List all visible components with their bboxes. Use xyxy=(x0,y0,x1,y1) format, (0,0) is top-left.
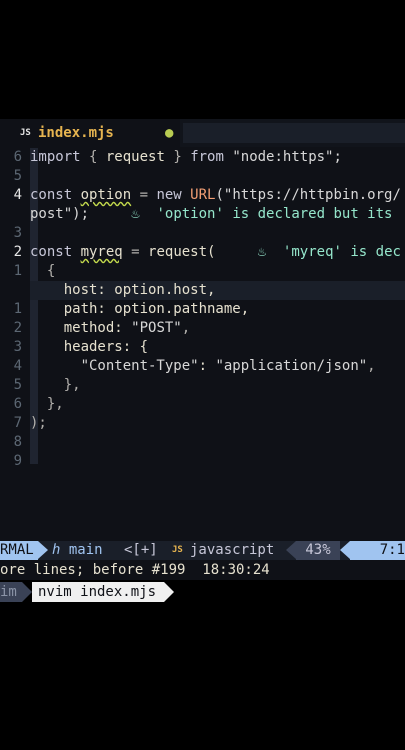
tmux-status-bar: im nvim index.mjs xyxy=(0,582,405,602)
javascript-icon: JS xyxy=(172,545,183,555)
code-line[interactable]: 6 import { request } from "node:https"; xyxy=(0,148,405,167)
code-text: const option = new URL("https://httpbin.… xyxy=(30,187,401,203)
separator-icon xyxy=(164,582,174,602)
line-number: 6 xyxy=(13,396,22,412)
code-line[interactable]: 2 const myreq = request( ♨ 'myreq' is dec xyxy=(0,243,405,262)
code-line[interactable]: post"); ♨ 'option' is declared but its xyxy=(0,205,405,224)
tabline-fill xyxy=(183,123,405,143)
cursor-position: 7:1 xyxy=(350,541,405,560)
code-line[interactable]: 1 { xyxy=(0,262,405,281)
code-line[interactable]: 1 path: option.pathname, xyxy=(0,300,405,319)
code-line[interactable]: 3 xyxy=(0,224,405,243)
code-text: const myreq = request( ♨ 'myreq' is dec xyxy=(30,244,401,260)
code-line[interactable]: 6 }, xyxy=(0,395,405,414)
code-text: method: "POST", xyxy=(63,320,191,336)
code-text: }, xyxy=(30,396,64,412)
code-line[interactable]: 3 headers: { xyxy=(0,338,405,357)
line-number: 4 xyxy=(13,358,22,374)
line-number: 3 xyxy=(13,339,22,355)
code-text: { xyxy=(30,263,56,279)
code-text: post"); ♨ 'option' is declared but its xyxy=(30,206,393,222)
line-number: 4 xyxy=(13,187,22,203)
javascript-file-icon: JS xyxy=(20,128,31,138)
filetype: javascript xyxy=(190,542,275,558)
code-text: host: option.host, xyxy=(63,282,216,298)
scroll-percent: 43% xyxy=(296,541,340,560)
line-number: 8 xyxy=(13,434,22,450)
separator-icon xyxy=(286,541,296,559)
line-number: 9 xyxy=(13,453,22,469)
separator-icon xyxy=(340,541,350,559)
statusline: RMAL ℎ main <[+] JS javascript 43% 7:1 xyxy=(0,541,405,560)
separator-icon xyxy=(38,541,48,559)
line-number: 7 xyxy=(13,415,22,431)
editor-window: JS index.mjs ● 6 import { request } from … xyxy=(0,119,405,541)
code-text: import { request } from "node:https"; xyxy=(30,149,342,165)
code-text: headers: { xyxy=(63,339,149,355)
line-number: 5 xyxy=(13,377,22,393)
code-line[interactable]: 5 }, xyxy=(0,376,405,395)
line-number: 2 xyxy=(13,244,22,260)
tmux-window-index: im xyxy=(0,582,22,602)
line-number: 2 xyxy=(13,320,22,336)
code-text: "Content-Type": "application/json", xyxy=(80,358,376,374)
line-number: 1 xyxy=(13,301,22,317)
code-line[interactable]: 4 "Content-Type": "application/json", xyxy=(0,357,405,376)
code-line[interactable]: 7); xyxy=(0,414,405,433)
line-number: 3 xyxy=(13,225,22,241)
tabline: JS index.mjs ● xyxy=(0,119,405,147)
code-line[interactable]: 5 xyxy=(0,167,405,186)
line-number: 1 xyxy=(13,263,22,279)
modified-flag: <[+] xyxy=(124,542,158,558)
mode-indicator: RMAL xyxy=(0,541,38,560)
line-number: 6 xyxy=(13,149,22,165)
code-line[interactable]: host: option.host, xyxy=(0,281,405,300)
code-line[interactable]: 4 const option = new URL("https://httpbin… xyxy=(0,186,405,205)
tab-filename: index.mjs xyxy=(38,125,114,141)
code-line[interactable]: 9 xyxy=(0,452,405,471)
command-message-line: ore lines; before #199 18:30:24 xyxy=(0,560,405,580)
code-line[interactable]: 8 xyxy=(0,433,405,452)
code-line[interactable]: 2 method: "POST", xyxy=(0,319,405,338)
tab-index-mjs[interactable]: JS index.mjs ● xyxy=(0,119,180,147)
tmux-window-title[interactable]: nvim index.mjs xyxy=(32,582,164,602)
modified-indicator: ● xyxy=(165,125,174,141)
git-branch: ℎ main xyxy=(52,542,103,558)
code-text: ); xyxy=(30,415,47,431)
line-number: 5 xyxy=(13,168,22,184)
code-text: }, xyxy=(30,377,81,393)
code-text: path: option.pathname, xyxy=(63,301,250,317)
separator-icon xyxy=(22,582,32,602)
